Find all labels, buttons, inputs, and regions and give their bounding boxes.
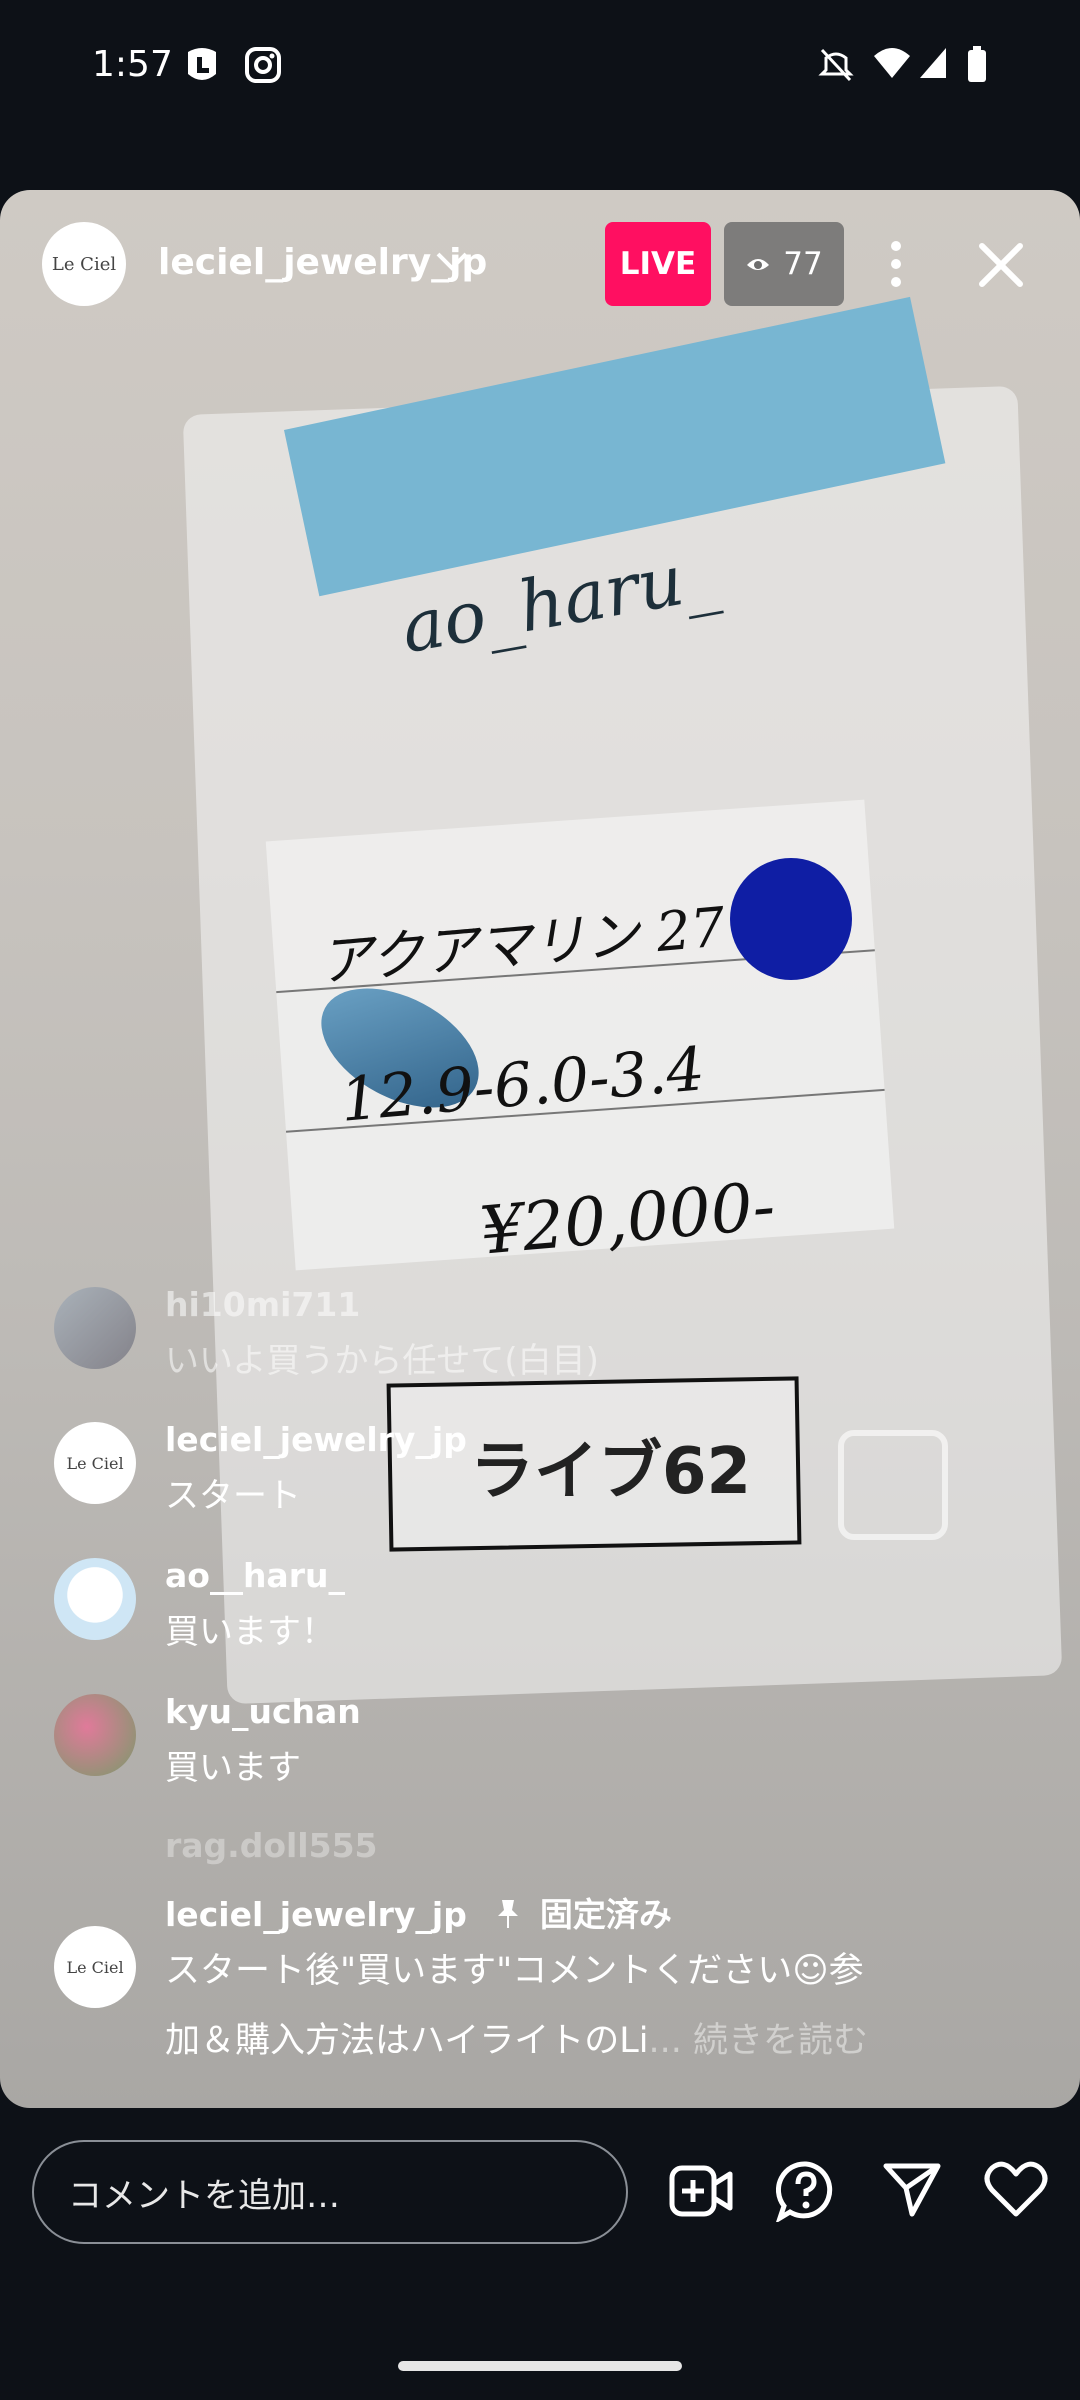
blue-sticker: [730, 858, 852, 980]
read-more-link[interactable]: ... 続きを読む: [649, 2021, 869, 2061]
more-options-icon[interactable]: [878, 236, 914, 292]
comment-input[interactable]: コメントを追加…: [32, 2140, 628, 2244]
signal-icon: [920, 48, 946, 78]
comment-text: 買います！: [165, 1612, 335, 1652]
pinned-header: leciel_jewelry_jp 固定済み: [165, 1888, 672, 1936]
close-icon[interactable]: [976, 240, 1026, 290]
pinned-label: 固定済み: [539, 1895, 672, 1934]
live-badge: LIVE: [605, 222, 711, 306]
heart-icon[interactable]: [984, 2160, 1048, 2218]
question-icon[interactable]: [776, 2160, 836, 2222]
comment-avatar[interactable]: Le Ciel: [54, 1422, 136, 1504]
comment-text: 買います: [165, 1748, 301, 1788]
pinned-text-line1: スタート後"買います"コメントください☺参: [165, 1951, 864, 1991]
pt-stamp: [838, 1430, 948, 1540]
battery-icon: [968, 46, 986, 82]
eye-icon: [747, 259, 770, 270]
chevron-down-icon[interactable]: [432, 248, 472, 276]
comment-avatar[interactable]: [54, 1694, 136, 1776]
mute-icon: [818, 48, 854, 82]
pinned-user[interactable]: leciel_jewelry_jp: [165, 1895, 467, 1934]
comment-user[interactable]: ao__haru_: [165, 1556, 345, 1595]
app-notification-icon: [188, 48, 216, 80]
comment-user[interactable]: rag.doll555: [165, 1826, 378, 1865]
comment-avatar[interactable]: [54, 1558, 136, 1640]
send-icon[interactable]: [882, 2160, 942, 2218]
status-bar: 1:57: [0, 0, 1080, 136]
instagram-icon: [245, 47, 281, 83]
comment-avatar[interactable]: [54, 1287, 136, 1369]
viewer-count: 77: [783, 246, 823, 282]
comment-text: いいよ買うから任せて(白目): [165, 1341, 599, 1381]
status-time: 1:57: [92, 44, 173, 85]
wifi-icon: [874, 48, 910, 78]
pinned-text: 加＆購入方法はハイライトのLi: [165, 2021, 649, 2061]
viewer-count-badge[interactable]: 77: [724, 222, 844, 306]
comment-text: スタート: [165, 1476, 301, 1516]
home-indicator[interactable]: [398, 2361, 682, 2371]
host-avatar[interactable]: Le Ciel: [42, 222, 126, 306]
comment-user[interactable]: hi10mi711: [165, 1285, 360, 1324]
pinned-text-line2: 加＆購入方法はハイライトのLi... 続きを読む: [165, 2012, 868, 2063]
pinned-avatar[interactable]: Le Ciel: [54, 1926, 136, 2008]
video-add-icon[interactable]: [668, 2160, 734, 2222]
comment-user[interactable]: leciel_jewelry_jp: [165, 1420, 467, 1459]
lot-label-text: ライブ62: [470, 1435, 752, 1509]
comment-user[interactable]: kyu_uchan: [165, 1692, 361, 1731]
pin-icon: [498, 1900, 519, 1928]
